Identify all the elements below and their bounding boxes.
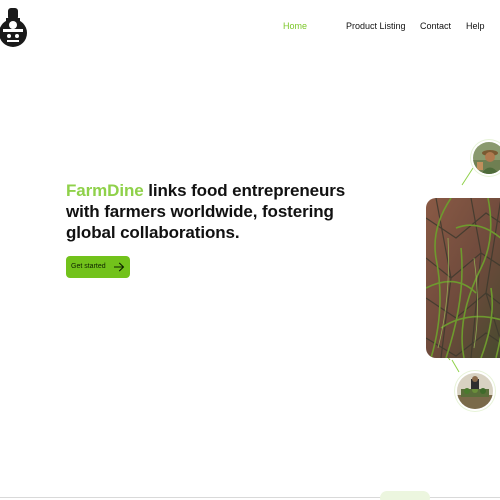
market-avatar-image [457, 373, 493, 409]
connector-lines [443, 167, 474, 373]
market-produce-image [457, 373, 493, 409]
landing-page: Home Product Listing Contact Help FarmDi… [0, 0, 500, 500]
plant-mesh-image [426, 198, 500, 358]
section-badge [380, 491, 430, 500]
plants-mesh-photo [426, 198, 500, 358]
farmer-avatar-image [473, 142, 500, 174]
farmer-portrait-image [473, 142, 500, 174]
